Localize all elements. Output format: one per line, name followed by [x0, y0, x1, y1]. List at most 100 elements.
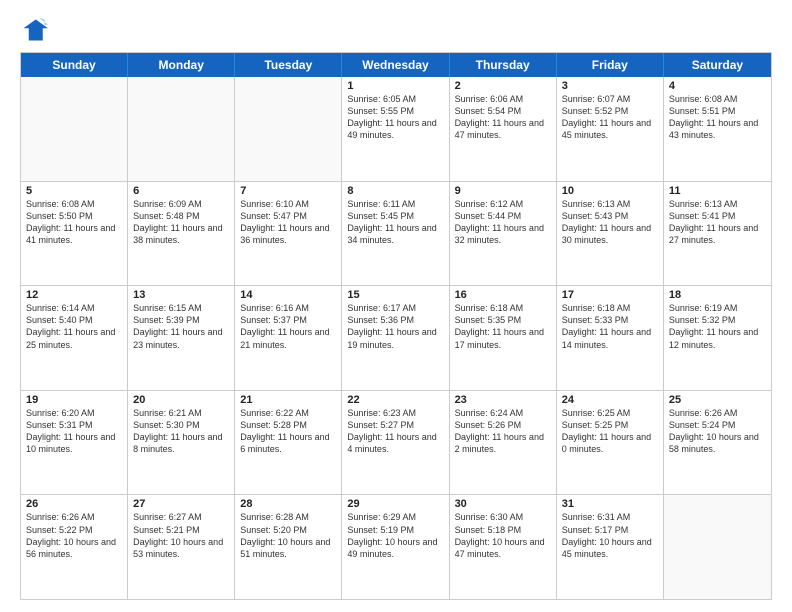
day-info: Sunrise: 6:24 AM Sunset: 5:26 PM Dayligh… [455, 407, 551, 456]
day-info: Sunrise: 6:13 AM Sunset: 5:43 PM Dayligh… [562, 198, 658, 247]
calendar-day-15: 15Sunrise: 6:17 AM Sunset: 5:36 PM Dayli… [342, 286, 449, 390]
day-info: Sunrise: 6:10 AM Sunset: 5:47 PM Dayligh… [240, 198, 336, 247]
day-info: Sunrise: 6:13 AM Sunset: 5:41 PM Dayligh… [669, 198, 766, 247]
day-number: 19 [26, 394, 122, 406]
calendar-day-17: 17Sunrise: 6:18 AM Sunset: 5:33 PM Dayli… [557, 286, 664, 390]
calendar-body: 1Sunrise: 6:05 AM Sunset: 5:55 PM Daylig… [21, 77, 771, 599]
day-number: 22 [347, 394, 443, 406]
day-info: Sunrise: 6:12 AM Sunset: 5:44 PM Dayligh… [455, 198, 551, 247]
day-number: 28 [240, 498, 336, 510]
calendar-day-5: 5Sunrise: 6:08 AM Sunset: 5:50 PM Daylig… [21, 182, 128, 286]
calendar: SundayMondayTuesdayWednesdayThursdayFrid… [20, 52, 772, 600]
calendar-day-20: 20Sunrise: 6:21 AM Sunset: 5:30 PM Dayli… [128, 391, 235, 495]
day-info: Sunrise: 6:29 AM Sunset: 5:19 PM Dayligh… [347, 511, 443, 560]
calendar-day-4: 4Sunrise: 6:08 AM Sunset: 5:51 PM Daylig… [664, 77, 771, 181]
day-number: 30 [455, 498, 551, 510]
day-info: Sunrise: 6:18 AM Sunset: 5:35 PM Dayligh… [455, 302, 551, 351]
day-number: 15 [347, 289, 443, 301]
calendar-day-3: 3Sunrise: 6:07 AM Sunset: 5:52 PM Daylig… [557, 77, 664, 181]
calendar-week-1: 1Sunrise: 6:05 AM Sunset: 5:55 PM Daylig… [21, 77, 771, 182]
day-number: 21 [240, 394, 336, 406]
calendar-week-3: 12Sunrise: 6:14 AM Sunset: 5:40 PM Dayli… [21, 286, 771, 391]
header-day-thursday: Thursday [450, 53, 557, 77]
day-info: Sunrise: 6:28 AM Sunset: 5:20 PM Dayligh… [240, 511, 336, 560]
calendar-day-21: 21Sunrise: 6:22 AM Sunset: 5:28 PM Dayli… [235, 391, 342, 495]
calendar-week-4: 19Sunrise: 6:20 AM Sunset: 5:31 PM Dayli… [21, 391, 771, 496]
calendar-day-13: 13Sunrise: 6:15 AM Sunset: 5:39 PM Dayli… [128, 286, 235, 390]
day-number: 13 [133, 289, 229, 301]
calendar-day-16: 16Sunrise: 6:18 AM Sunset: 5:35 PM Dayli… [450, 286, 557, 390]
day-info: Sunrise: 6:17 AM Sunset: 5:36 PM Dayligh… [347, 302, 443, 351]
calendar-day-30: 30Sunrise: 6:30 AM Sunset: 5:18 PM Dayli… [450, 495, 557, 599]
day-info: Sunrise: 6:26 AM Sunset: 5:24 PM Dayligh… [669, 407, 766, 456]
day-number: 8 [347, 185, 443, 197]
calendar-day-1: 1Sunrise: 6:05 AM Sunset: 5:55 PM Daylig… [342, 77, 449, 181]
day-info: Sunrise: 6:15 AM Sunset: 5:39 PM Dayligh… [133, 302, 229, 351]
day-number: 9 [455, 185, 551, 197]
day-number: 10 [562, 185, 658, 197]
day-number: 7 [240, 185, 336, 197]
day-number: 2 [455, 80, 551, 92]
day-number: 1 [347, 80, 443, 92]
day-info: Sunrise: 6:05 AM Sunset: 5:55 PM Dayligh… [347, 93, 443, 142]
logo-icon [20, 16, 48, 44]
calendar-day-11: 11Sunrise: 6:13 AM Sunset: 5:41 PM Dayli… [664, 182, 771, 286]
day-number: 26 [26, 498, 122, 510]
header-day-tuesday: Tuesday [235, 53, 342, 77]
day-info: Sunrise: 6:11 AM Sunset: 5:45 PM Dayligh… [347, 198, 443, 247]
day-number: 24 [562, 394, 658, 406]
header-day-sunday: Sunday [21, 53, 128, 77]
day-info: Sunrise: 6:09 AM Sunset: 5:48 PM Dayligh… [133, 198, 229, 247]
day-number: 6 [133, 185, 229, 197]
header [20, 16, 772, 44]
day-info: Sunrise: 6:14 AM Sunset: 5:40 PM Dayligh… [26, 302, 122, 351]
calendar-week-2: 5Sunrise: 6:08 AM Sunset: 5:50 PM Daylig… [21, 182, 771, 287]
calendar-day-6: 6Sunrise: 6:09 AM Sunset: 5:48 PM Daylig… [128, 182, 235, 286]
logo [20, 16, 52, 44]
day-info: Sunrise: 6:27 AM Sunset: 5:21 PM Dayligh… [133, 511, 229, 560]
calendar-day-22: 22Sunrise: 6:23 AM Sunset: 5:27 PM Dayli… [342, 391, 449, 495]
day-info: Sunrise: 6:26 AM Sunset: 5:22 PM Dayligh… [26, 511, 122, 560]
calendar-day-31: 31Sunrise: 6:31 AM Sunset: 5:17 PM Dayli… [557, 495, 664, 599]
day-number: 18 [669, 289, 766, 301]
calendar-day-9: 9Sunrise: 6:12 AM Sunset: 5:44 PM Daylig… [450, 182, 557, 286]
calendar-week-5: 26Sunrise: 6:26 AM Sunset: 5:22 PM Dayli… [21, 495, 771, 599]
calendar-day-25: 25Sunrise: 6:26 AM Sunset: 5:24 PM Dayli… [664, 391, 771, 495]
calendar-day-empty [21, 77, 128, 181]
calendar-day-8: 8Sunrise: 6:11 AM Sunset: 5:45 PM Daylig… [342, 182, 449, 286]
calendar-day-7: 7Sunrise: 6:10 AM Sunset: 5:47 PM Daylig… [235, 182, 342, 286]
calendar-day-12: 12Sunrise: 6:14 AM Sunset: 5:40 PM Dayli… [21, 286, 128, 390]
day-info: Sunrise: 6:23 AM Sunset: 5:27 PM Dayligh… [347, 407, 443, 456]
calendar-day-29: 29Sunrise: 6:29 AM Sunset: 5:19 PM Dayli… [342, 495, 449, 599]
day-number: 23 [455, 394, 551, 406]
calendar-header: SundayMondayTuesdayWednesdayThursdayFrid… [21, 53, 771, 77]
calendar-day-19: 19Sunrise: 6:20 AM Sunset: 5:31 PM Dayli… [21, 391, 128, 495]
calendar-day-10: 10Sunrise: 6:13 AM Sunset: 5:43 PM Dayli… [557, 182, 664, 286]
calendar-day-empty [664, 495, 771, 599]
calendar-day-18: 18Sunrise: 6:19 AM Sunset: 5:32 PM Dayli… [664, 286, 771, 390]
day-number: 20 [133, 394, 229, 406]
day-number: 31 [562, 498, 658, 510]
day-number: 12 [26, 289, 122, 301]
calendar-day-empty [235, 77, 342, 181]
calendar-day-27: 27Sunrise: 6:27 AM Sunset: 5:21 PM Dayli… [128, 495, 235, 599]
day-number: 27 [133, 498, 229, 510]
calendar-day-14: 14Sunrise: 6:16 AM Sunset: 5:37 PM Dayli… [235, 286, 342, 390]
day-number: 3 [562, 80, 658, 92]
day-info: Sunrise: 6:31 AM Sunset: 5:17 PM Dayligh… [562, 511, 658, 560]
header-day-friday: Friday [557, 53, 664, 77]
header-day-monday: Monday [128, 53, 235, 77]
calendar-day-28: 28Sunrise: 6:28 AM Sunset: 5:20 PM Dayli… [235, 495, 342, 599]
day-info: Sunrise: 6:08 AM Sunset: 5:51 PM Dayligh… [669, 93, 766, 142]
day-info: Sunrise: 6:06 AM Sunset: 5:54 PM Dayligh… [455, 93, 551, 142]
calendar-day-2: 2Sunrise: 6:06 AM Sunset: 5:54 PM Daylig… [450, 77, 557, 181]
day-info: Sunrise: 6:19 AM Sunset: 5:32 PM Dayligh… [669, 302, 766, 351]
day-info: Sunrise: 6:18 AM Sunset: 5:33 PM Dayligh… [562, 302, 658, 351]
day-number: 25 [669, 394, 766, 406]
day-number: 11 [669, 185, 766, 197]
day-info: Sunrise: 6:07 AM Sunset: 5:52 PM Dayligh… [562, 93, 658, 142]
day-info: Sunrise: 6:20 AM Sunset: 5:31 PM Dayligh… [26, 407, 122, 456]
day-info: Sunrise: 6:22 AM Sunset: 5:28 PM Dayligh… [240, 407, 336, 456]
page: SundayMondayTuesdayWednesdayThursdayFrid… [0, 0, 792, 612]
day-number: 17 [562, 289, 658, 301]
